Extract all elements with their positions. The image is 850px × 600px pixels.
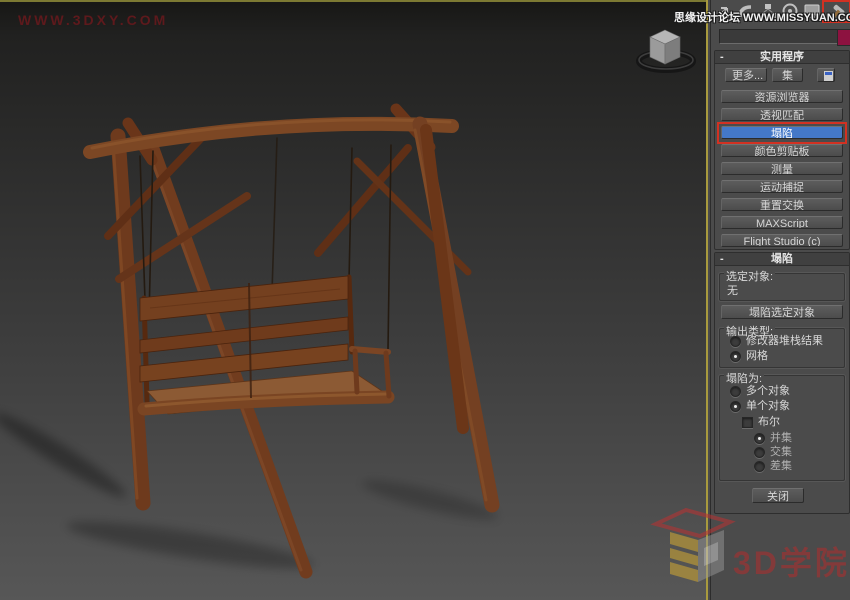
rollout-title: 塌陷 <box>771 253 793 265</box>
radio-union[interactable]: 并集 <box>754 433 792 444</box>
sets-button[interactable]: 集 <box>772 68 803 82</box>
radio-single-object[interactable]: 单个对象 <box>730 401 790 412</box>
object-name-field[interactable] <box>719 29 838 44</box>
3d-academy-logo-icon <box>650 508 736 590</box>
radio-icon[interactable] <box>754 433 765 444</box>
close-button[interactable]: 关闭 <box>752 488 804 503</box>
checkbox-boolean[interactable]: 布尔 <box>742 417 780 428</box>
radio-modifier-stack-result[interactable]: 修改器堆栈结果 <box>730 336 823 347</box>
group-label: 塌陷为: <box>724 370 764 386</box>
utility-reset-xform[interactable]: 重置交换 <box>721 198 843 211</box>
radio-icon[interactable] <box>730 351 741 362</box>
utility-flight-studio[interactable]: Flight Studio (c) <box>721 234 843 247</box>
watermark-3dxy: WWW.3DXY.COM <box>18 12 218 28</box>
selected-object-group: 选定对象: 无 <box>719 273 845 301</box>
watermark-3d-academy: 3D学院 <box>733 538 850 584</box>
3dsmax-window: WWW.3DXY.COM 思缘设计论坛 WWW.MISSYUAN.COM 3D学… <box>0 0 850 600</box>
radio-icon[interactable] <box>730 336 741 347</box>
rollout-title: 实用程序 <box>760 51 804 63</box>
rollout-collapse-icon: - <box>720 253 724 265</box>
radio-multiple-objects[interactable]: 多个对象 <box>730 386 790 397</box>
viewport[interactable] <box>0 0 708 600</box>
radio-intersection[interactable]: 交集 <box>754 447 792 458</box>
collapse-selected-button[interactable]: 塌陷选定对象 <box>721 305 843 319</box>
radio-subtraction[interactable]: 差集 <box>754 461 792 472</box>
utilities-rollout: - 实用程序 更多... 集 资源浏览器 透视匹配 塌陷 颜色剪贴板 测量 运动… <box>714 50 850 250</box>
annotation-box-collapse-button <box>717 122 847 144</box>
collapse-to-group: 塌陷为: 多个对象 单个对象 布尔 并集 <box>719 375 845 481</box>
utility-maxscript[interactable]: MAXScript <box>721 216 843 229</box>
radio-icon[interactable] <box>754 447 765 458</box>
utility-perspective-match[interactable]: 透视匹配 <box>721 108 843 121</box>
utility-asset-browser[interactable]: 资源浏览器 <box>721 90 843 103</box>
configure-button-sets-icon[interactable] <box>817 68 835 82</box>
radio-mesh[interactable]: 网格 <box>730 351 768 362</box>
utility-color-clipboard[interactable]: 颜色剪贴板 <box>721 144 843 157</box>
collapse-rollout: - 塌陷 选定对象: 无 塌陷选定对象 输出类型: 修改器堆栈结果 网格 <box>714 252 850 514</box>
radio-icon[interactable] <box>730 386 741 397</box>
watermark-missyuan: 思缘设计论坛 WWW.MISSYUAN.COM <box>674 9 850 25</box>
viewport-3d-scene <box>0 0 708 600</box>
radio-icon[interactable] <box>730 401 741 412</box>
rollout-collapse-icon: - <box>720 51 724 63</box>
more-button[interactable]: 更多... <box>725 68 767 82</box>
object-color-swatch[interactable] <box>837 29 850 46</box>
utilities-rollout-header[interactable]: - 实用程序 <box>715 51 849 64</box>
viewport-border-top <box>0 0 708 2</box>
utility-measure[interactable]: 测量 <box>721 162 843 175</box>
utility-motion-capture[interactable]: 运动捕捉 <box>721 180 843 193</box>
collapse-rollout-header[interactable]: - 塌陷 <box>715 253 849 266</box>
selected-object-value: 无 <box>727 282 738 298</box>
checkbox-icon[interactable] <box>742 417 753 428</box>
radio-icon[interactable] <box>754 461 765 472</box>
output-type-group: 输出类型: 修改器堆栈结果 网格 <box>719 328 845 368</box>
